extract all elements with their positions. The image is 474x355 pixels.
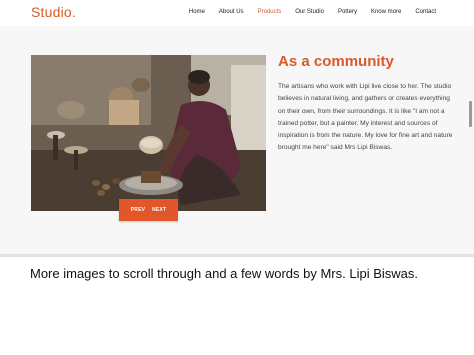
- section-body-text: The artisans who work with Lipi live clo…: [278, 83, 453, 152]
- nav-products[interactable]: Products: [258, 9, 282, 15]
- main-nav: Home About Us Products Our Studio Potter…: [175, 9, 436, 15]
- caption-text: More images to scroll through and a few …: [30, 266, 418, 281]
- next-button[interactable]: NEXT: [152, 207, 166, 213]
- divider: [0, 254, 474, 257]
- nav-know-more[interactable]: Know more: [371, 9, 401, 15]
- nav-home[interactable]: Home: [189, 9, 205, 15]
- carousel-controls: PREV NEXT: [119, 199, 178, 221]
- nav-pottery[interactable]: Pottery: [338, 9, 357, 15]
- pottery-photo: [31, 55, 266, 211]
- nav-about-us[interactable]: About Us: [219, 9, 244, 15]
- prev-button[interactable]: PREV: [131, 207, 145, 213]
- nav-contact[interactable]: Contact: [415, 9, 436, 15]
- header: Studio. Home About Us Products Our Studi…: [0, 0, 474, 26]
- nav-our-studio[interactable]: Our Studio: [295, 9, 324, 15]
- section-heading: As a community: [278, 53, 394, 70]
- logo[interactable]: Studio.: [31, 4, 76, 20]
- hero-section: PREV NEXT As a community The artisans wh…: [0, 26, 474, 254]
- scrollbar-thumb[interactable]: [469, 101, 472, 127]
- page: Studio. Home About Us Products Our Studi…: [0, 0, 474, 355]
